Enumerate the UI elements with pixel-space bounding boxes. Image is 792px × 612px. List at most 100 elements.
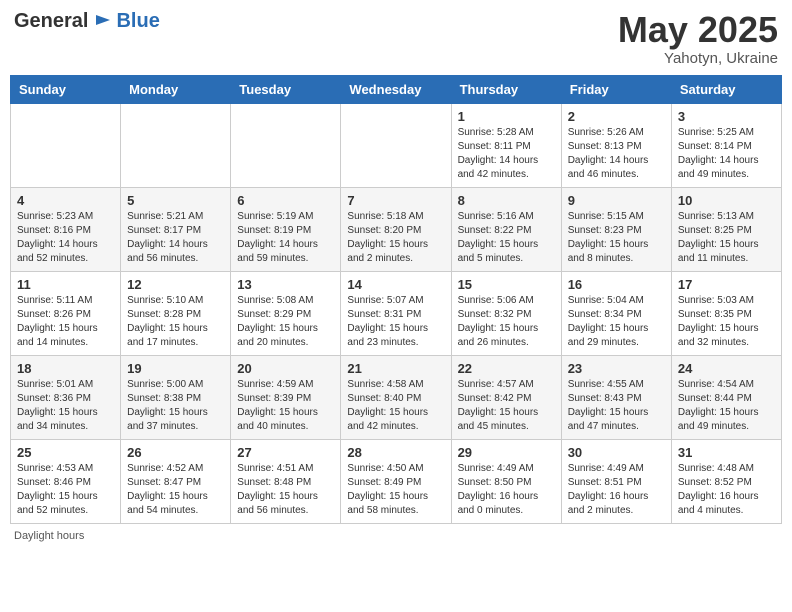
day-number: 13 bbox=[237, 277, 334, 292]
day-of-week-header: Sunday bbox=[11, 75, 121, 103]
day-number: 18 bbox=[17, 361, 114, 376]
day-number: 30 bbox=[568, 445, 665, 460]
calendar-cell: 25Sunrise: 4:53 AM Sunset: 8:46 PM Dayli… bbox=[11, 439, 121, 523]
logo-flag-icon bbox=[92, 11, 114, 33]
calendar-cell: 17 Sunrise: 5:03 AM Sunset: 8:35 PM Dayli… bbox=[671, 271, 781, 355]
day-of-week-header: Thursday bbox=[451, 75, 561, 103]
day-number: 10 bbox=[678, 193, 775, 208]
day-number: 17 bbox=[678, 277, 775, 292]
logo-blue: Blue bbox=[116, 10, 159, 33]
calendar-cell: 28 Sunrise: 4:50 AM Sunset: 8:49 PM Dayli… bbox=[341, 439, 451, 523]
day-info: Sunrise: 4:55 AM Sunset: 8:43 PM Dayligh… bbox=[568, 378, 665, 434]
day-of-week-header: Tuesday bbox=[231, 75, 341, 103]
footer: Daylight hours bbox=[10, 530, 782, 542]
day-number: 19 bbox=[127, 361, 224, 376]
calendar-header-row: SundayMondayTuesdayWednesdayThursdayFrid… bbox=[11, 75, 782, 103]
day-number: 8 bbox=[458, 193, 555, 208]
day-info: Sunrise: 5:01 AM Sunset: 8:36 PM Dayligh… bbox=[17, 378, 114, 434]
calendar-cell: 8 Sunrise: 5:16 AM Sunset: 8:22 PM Daylig… bbox=[451, 187, 561, 271]
day-number: 5 bbox=[127, 193, 224, 208]
day-number: 11 bbox=[17, 277, 114, 292]
location-subtitle: Yahotyn, Ukraine bbox=[618, 50, 778, 67]
day-info: Sunrise: 4:54 AM Sunset: 8:44 PM Dayligh… bbox=[678, 378, 775, 434]
day-info: Sunrise: 4:50 AM Sunset: 8:49 PM Dayligh… bbox=[347, 462, 444, 518]
day-number: 14 bbox=[347, 277, 444, 292]
day-info: Sunrise: 4:57 AM Sunset: 8:42 PM Dayligh… bbox=[458, 378, 555, 434]
calendar-week-row: 25Sunrise: 4:53 AM Sunset: 8:46 PM Dayli… bbox=[11, 439, 782, 523]
day-info: Sunrise: 5:28 AM Sunset: 8:11 PM Dayligh… bbox=[458, 126, 555, 182]
calendar-week-row: 18 Sunrise: 5:01 AM Sunset: 8:36 PM Dayli… bbox=[11, 355, 782, 439]
day-info: Sunrise: 4:58 AM Sunset: 8:40 PM Dayligh… bbox=[347, 378, 444, 434]
day-number: 3 bbox=[678, 109, 775, 124]
day-info: Sunrise: 4:49 AM Sunset: 8:50 PM Dayligh… bbox=[458, 462, 555, 518]
day-number: 1 bbox=[458, 109, 555, 124]
calendar-cell: 22 Sunrise: 4:57 AM Sunset: 8:42 PM Dayli… bbox=[451, 355, 561, 439]
calendar-cell bbox=[231, 103, 341, 187]
day-info: Sunrise: 5:23 AM Sunset: 8:16 PM Dayligh… bbox=[17, 210, 114, 266]
day-info: Sunrise: 5:13 AM Sunset: 8:25 PM Dayligh… bbox=[678, 210, 775, 266]
day-number: 26 bbox=[127, 445, 224, 460]
calendar-cell: 16 Sunrise: 5:04 AM Sunset: 8:34 PM Dayli… bbox=[561, 271, 671, 355]
day-info: Sunrise: 5:04 AM Sunset: 8:34 PM Dayligh… bbox=[568, 294, 665, 350]
calendar-week-row: 1 Sunrise: 5:28 AM Sunset: 8:11 PM Daylig… bbox=[11, 103, 782, 187]
day-info: Sunrise: 5:00 AM Sunset: 8:38 PM Dayligh… bbox=[127, 378, 224, 434]
day-number: 4 bbox=[17, 193, 114, 208]
day-number: 20 bbox=[237, 361, 334, 376]
day-info: Sunrise: 4:59 AM Sunset: 8:39 PM Dayligh… bbox=[237, 378, 334, 434]
calendar-cell: 14 Sunrise: 5:07 AM Sunset: 8:31 PM Dayli… bbox=[341, 271, 451, 355]
day-number: 29 bbox=[458, 445, 555, 460]
day-info: Sunrise: 5:21 AM Sunset: 8:17 PM Dayligh… bbox=[127, 210, 224, 266]
day-info: Sunrise: 5:06 AM Sunset: 8:32 PM Dayligh… bbox=[458, 294, 555, 350]
day-of-week-header: Friday bbox=[561, 75, 671, 103]
calendar-cell: 6 Sunrise: 5:19 AM Sunset: 8:19 PM Daylig… bbox=[231, 187, 341, 271]
day-info: Sunrise: 5:11 AM Sunset: 8:26 PM Dayligh… bbox=[17, 294, 114, 350]
day-info: Sunrise: 5:16 AM Sunset: 8:22 PM Dayligh… bbox=[458, 210, 555, 266]
daylight-hours-label: Daylight hours bbox=[14, 530, 84, 542]
calendar-cell: 26 Sunrise: 4:52 AM Sunset: 8:47 PM Dayli… bbox=[121, 439, 231, 523]
day-info: Sunrise: 5:19 AM Sunset: 8:19 PM Dayligh… bbox=[237, 210, 334, 266]
day-info: Sunrise: 5:08 AM Sunset: 8:29 PM Dayligh… bbox=[237, 294, 334, 350]
title-block: May 2025 Yahotyn, Ukraine bbox=[618, 10, 778, 67]
day-info: Sunrise: 4:49 AM Sunset: 8:51 PM Dayligh… bbox=[568, 462, 665, 518]
calendar-cell: 20 Sunrise: 4:59 AM Sunset: 8:39 PM Dayli… bbox=[231, 355, 341, 439]
calendar-cell bbox=[11, 103, 121, 187]
day-info: Sunrise: 4:53 AM Sunset: 8:46 PM Dayligh… bbox=[17, 462, 114, 518]
calendar-cell bbox=[121, 103, 231, 187]
day-number: 23 bbox=[568, 361, 665, 376]
day-info: Sunrise: 4:51 AM Sunset: 8:48 PM Dayligh… bbox=[237, 462, 334, 518]
day-of-week-header: Saturday bbox=[671, 75, 781, 103]
day-info: Sunrise: 5:26 AM Sunset: 8:13 PM Dayligh… bbox=[568, 126, 665, 182]
calendar-cell: 11 Sunrise: 5:11 AM Sunset: 8:26 PM Dayli… bbox=[11, 271, 121, 355]
logo: General Blue bbox=[14, 10, 160, 33]
day-number: 28 bbox=[347, 445, 444, 460]
calendar-cell: 30 Sunrise: 4:49 AM Sunset: 8:51 PM Dayli… bbox=[561, 439, 671, 523]
day-info: Sunrise: 5:03 AM Sunset: 8:35 PM Dayligh… bbox=[678, 294, 775, 350]
day-info: Sunrise: 4:52 AM Sunset: 8:47 PM Dayligh… bbox=[127, 462, 224, 518]
calendar-cell: 13 Sunrise: 5:08 AM Sunset: 8:29 PM Dayli… bbox=[231, 271, 341, 355]
calendar-cell: 23 Sunrise: 4:55 AM Sunset: 8:43 PM Dayli… bbox=[561, 355, 671, 439]
page-header: General Blue May 2025 Yahotyn, Ukraine bbox=[10, 10, 782, 67]
calendar-cell: 7 Sunrise: 5:18 AM Sunset: 8:20 PM Daylig… bbox=[341, 187, 451, 271]
logo-general: General bbox=[14, 10, 88, 33]
day-number: 16 bbox=[568, 277, 665, 292]
calendar-cell: 10 Sunrise: 5:13 AM Sunset: 8:25 PM Dayli… bbox=[671, 187, 781, 271]
calendar-cell: 12 Sunrise: 5:10 AM Sunset: 8:28 PM Dayli… bbox=[121, 271, 231, 355]
day-number: 12 bbox=[127, 277, 224, 292]
calendar-week-row: 4 Sunrise: 5:23 AM Sunset: 8:16 PM Daylig… bbox=[11, 187, 782, 271]
calendar-cell: 31Sunrise: 4:48 AM Sunset: 8:52 PM Dayli… bbox=[671, 439, 781, 523]
day-number: 7 bbox=[347, 193, 444, 208]
day-info: Sunrise: 5:10 AM Sunset: 8:28 PM Dayligh… bbox=[127, 294, 224, 350]
calendar-cell: 24Sunrise: 4:54 AM Sunset: 8:44 PM Dayli… bbox=[671, 355, 781, 439]
day-info: Sunrise: 5:18 AM Sunset: 8:20 PM Dayligh… bbox=[347, 210, 444, 266]
calendar-cell: 3Sunrise: 5:25 AM Sunset: 8:14 PM Daylig… bbox=[671, 103, 781, 187]
day-number: 22 bbox=[458, 361, 555, 376]
day-of-week-header: Monday bbox=[121, 75, 231, 103]
calendar-cell: 19 Sunrise: 5:00 AM Sunset: 8:38 PM Dayli… bbox=[121, 355, 231, 439]
day-info: Sunrise: 4:48 AM Sunset: 8:52 PM Dayligh… bbox=[678, 462, 775, 518]
day-number: 9 bbox=[568, 193, 665, 208]
calendar-cell: 29 Sunrise: 4:49 AM Sunset: 8:50 PM Dayli… bbox=[451, 439, 561, 523]
day-number: 6 bbox=[237, 193, 334, 208]
day-info: Sunrise: 5:07 AM Sunset: 8:31 PM Dayligh… bbox=[347, 294, 444, 350]
day-number: 21 bbox=[347, 361, 444, 376]
day-number: 2 bbox=[568, 109, 665, 124]
